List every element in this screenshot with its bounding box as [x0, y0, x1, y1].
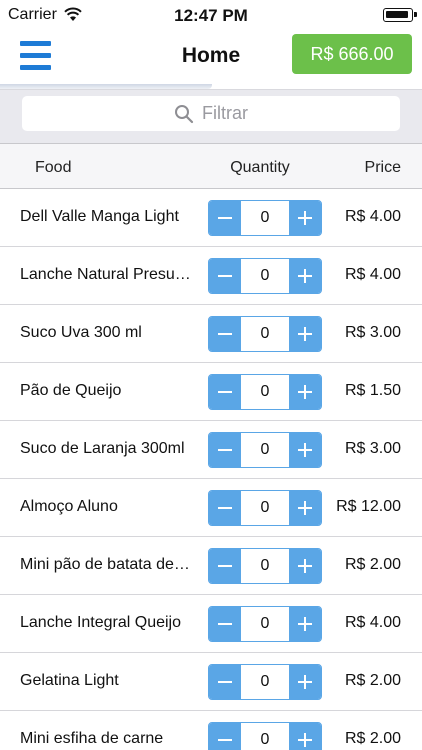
minus-icon[interactable]: [209, 491, 241, 525]
plus-icon[interactable]: [289, 433, 321, 467]
food-name: Lanche Integral Queijo: [20, 614, 181, 631]
table-row[interactable]: Lanche Integral Queijo 0 R$ 4.00: [0, 595, 422, 653]
quantity-stepper: 0: [208, 722, 322, 750]
status-bar: Carrier 12:47 PM: [0, 0, 422, 32]
table-row[interactable]: Lanche Natural Presunto 0 R$ 4.00: [0, 247, 422, 305]
food-price: R$ 1.50: [344, 382, 401, 399]
minus-icon[interactable]: [209, 375, 241, 409]
plus-icon[interactable]: [289, 201, 321, 235]
food-price: R$ 3.00: [344, 324, 401, 341]
food-name: Dell Valle Manga Light: [20, 208, 179, 225]
food-name: Suco de Laranja 300ml: [20, 440, 185, 457]
table-row[interactable]: Pão de Queijo 0 R$ 1.50: [0, 363, 422, 421]
navigation-bar: Home R$ 666.00: [0, 32, 422, 90]
food-price: R$ 2.00: [344, 672, 401, 689]
quantity-stepper: 0: [208, 316, 322, 352]
food-name: Lanche Natural Presunto: [20, 266, 192, 283]
quantity-value: 0: [260, 499, 270, 516]
food-name: Almoço Aluno: [20, 498, 118, 515]
quantity-value: 0: [260, 673, 270, 690]
food-name: Suco Uva 300 ml: [20, 324, 142, 341]
table-header: Food Quantity Price: [0, 143, 422, 189]
quantity-value: 0: [260, 383, 270, 400]
minus-icon[interactable]: [209, 201, 241, 235]
table-row[interactable]: Suco Uva 300 ml 0 R$ 3.00: [0, 305, 422, 363]
minus-icon[interactable]: [209, 607, 241, 641]
table-row[interactable]: Dell Valle Manga Light 0 R$ 4.00: [0, 189, 422, 247]
minus-icon[interactable]: [209, 665, 241, 699]
quantity-value: 0: [260, 731, 270, 748]
column-header-food: Food: [35, 159, 72, 176]
minus-icon[interactable]: [209, 433, 241, 467]
search-bar: Filtrar: [0, 90, 422, 143]
quantity-stepper: 0: [208, 374, 322, 410]
battery-icon: [383, 8, 417, 22]
table-row[interactable]: Gelatina Light 0 R$ 2.00: [0, 653, 422, 711]
plus-icon[interactable]: [289, 549, 321, 583]
search-placeholder: Filtrar: [202, 103, 248, 123]
plus-icon[interactable]: [289, 723, 321, 750]
quantity-stepper: 0: [208, 258, 322, 294]
quantity-stepper: 0: [208, 548, 322, 584]
cart-total-button[interactable]: R$ 666.00: [292, 34, 412, 74]
quantity-stepper: 0: [208, 432, 322, 468]
quantity-stepper: 0: [208, 606, 322, 642]
food-name: Mini esfiha de carne: [20, 730, 164, 747]
minus-icon[interactable]: [209, 549, 241, 583]
search-input[interactable]: Filtrar: [22, 96, 400, 131]
nav-shadow: [0, 84, 212, 89]
plus-icon[interactable]: [289, 375, 321, 409]
food-name: Mini pão de batata de frango: [20, 556, 192, 573]
food-price: R$ 4.00: [344, 266, 401, 283]
search-icon: [175, 104, 194, 123]
quantity-stepper: 0: [208, 664, 322, 700]
plus-icon[interactable]: [289, 259, 321, 293]
food-price: R$ 12.00: [336, 498, 401, 515]
food-price: R$ 4.00: [344, 614, 401, 631]
table-row[interactable]: Mini pão de batata de frango 0 R$ 2.00: [0, 537, 422, 595]
minus-icon[interactable]: [209, 317, 241, 351]
plus-icon[interactable]: [289, 491, 321, 525]
food-price: R$ 2.00: [344, 556, 401, 573]
minus-icon[interactable]: [209, 259, 241, 293]
food-price: R$ 3.00: [344, 440, 401, 457]
clock: 12:47 PM: [174, 6, 248, 25]
table-row[interactable]: Almoço Aluno 0 R$ 12.00: [0, 479, 422, 537]
quantity-value: 0: [260, 441, 270, 458]
food-list: Dell Valle Manga Light 0 R$ 4.00 Lanche …: [0, 189, 422, 750]
column-header-quantity: Quantity: [230, 159, 290, 176]
table-row[interactable]: Mini esfiha de carne 0 R$ 2.00: [0, 711, 422, 750]
food-name: Pão de Queijo: [20, 382, 122, 399]
food-price: R$ 4.00: [344, 208, 401, 225]
quantity-value: 0: [260, 267, 270, 284]
table-row[interactable]: Suco de Laranja 300ml 0 R$ 3.00: [0, 421, 422, 479]
quantity-stepper: 0: [208, 200, 322, 236]
column-header-price: Price: [364, 159, 401, 176]
plus-icon[interactable]: [289, 607, 321, 641]
quantity-value: 0: [260, 209, 270, 226]
plus-icon[interactable]: [289, 665, 321, 699]
quantity-value: 0: [260, 557, 270, 574]
hamburger-icon[interactable]: [20, 40, 52, 72]
minus-icon[interactable]: [209, 723, 241, 750]
food-name: Gelatina Light: [20, 672, 119, 689]
plus-icon[interactable]: [289, 317, 321, 351]
quantity-stepper: 0: [208, 490, 322, 526]
quantity-value: 0: [260, 325, 270, 342]
food-price: R$ 2.00: [344, 730, 401, 747]
quantity-value: 0: [260, 615, 270, 632]
